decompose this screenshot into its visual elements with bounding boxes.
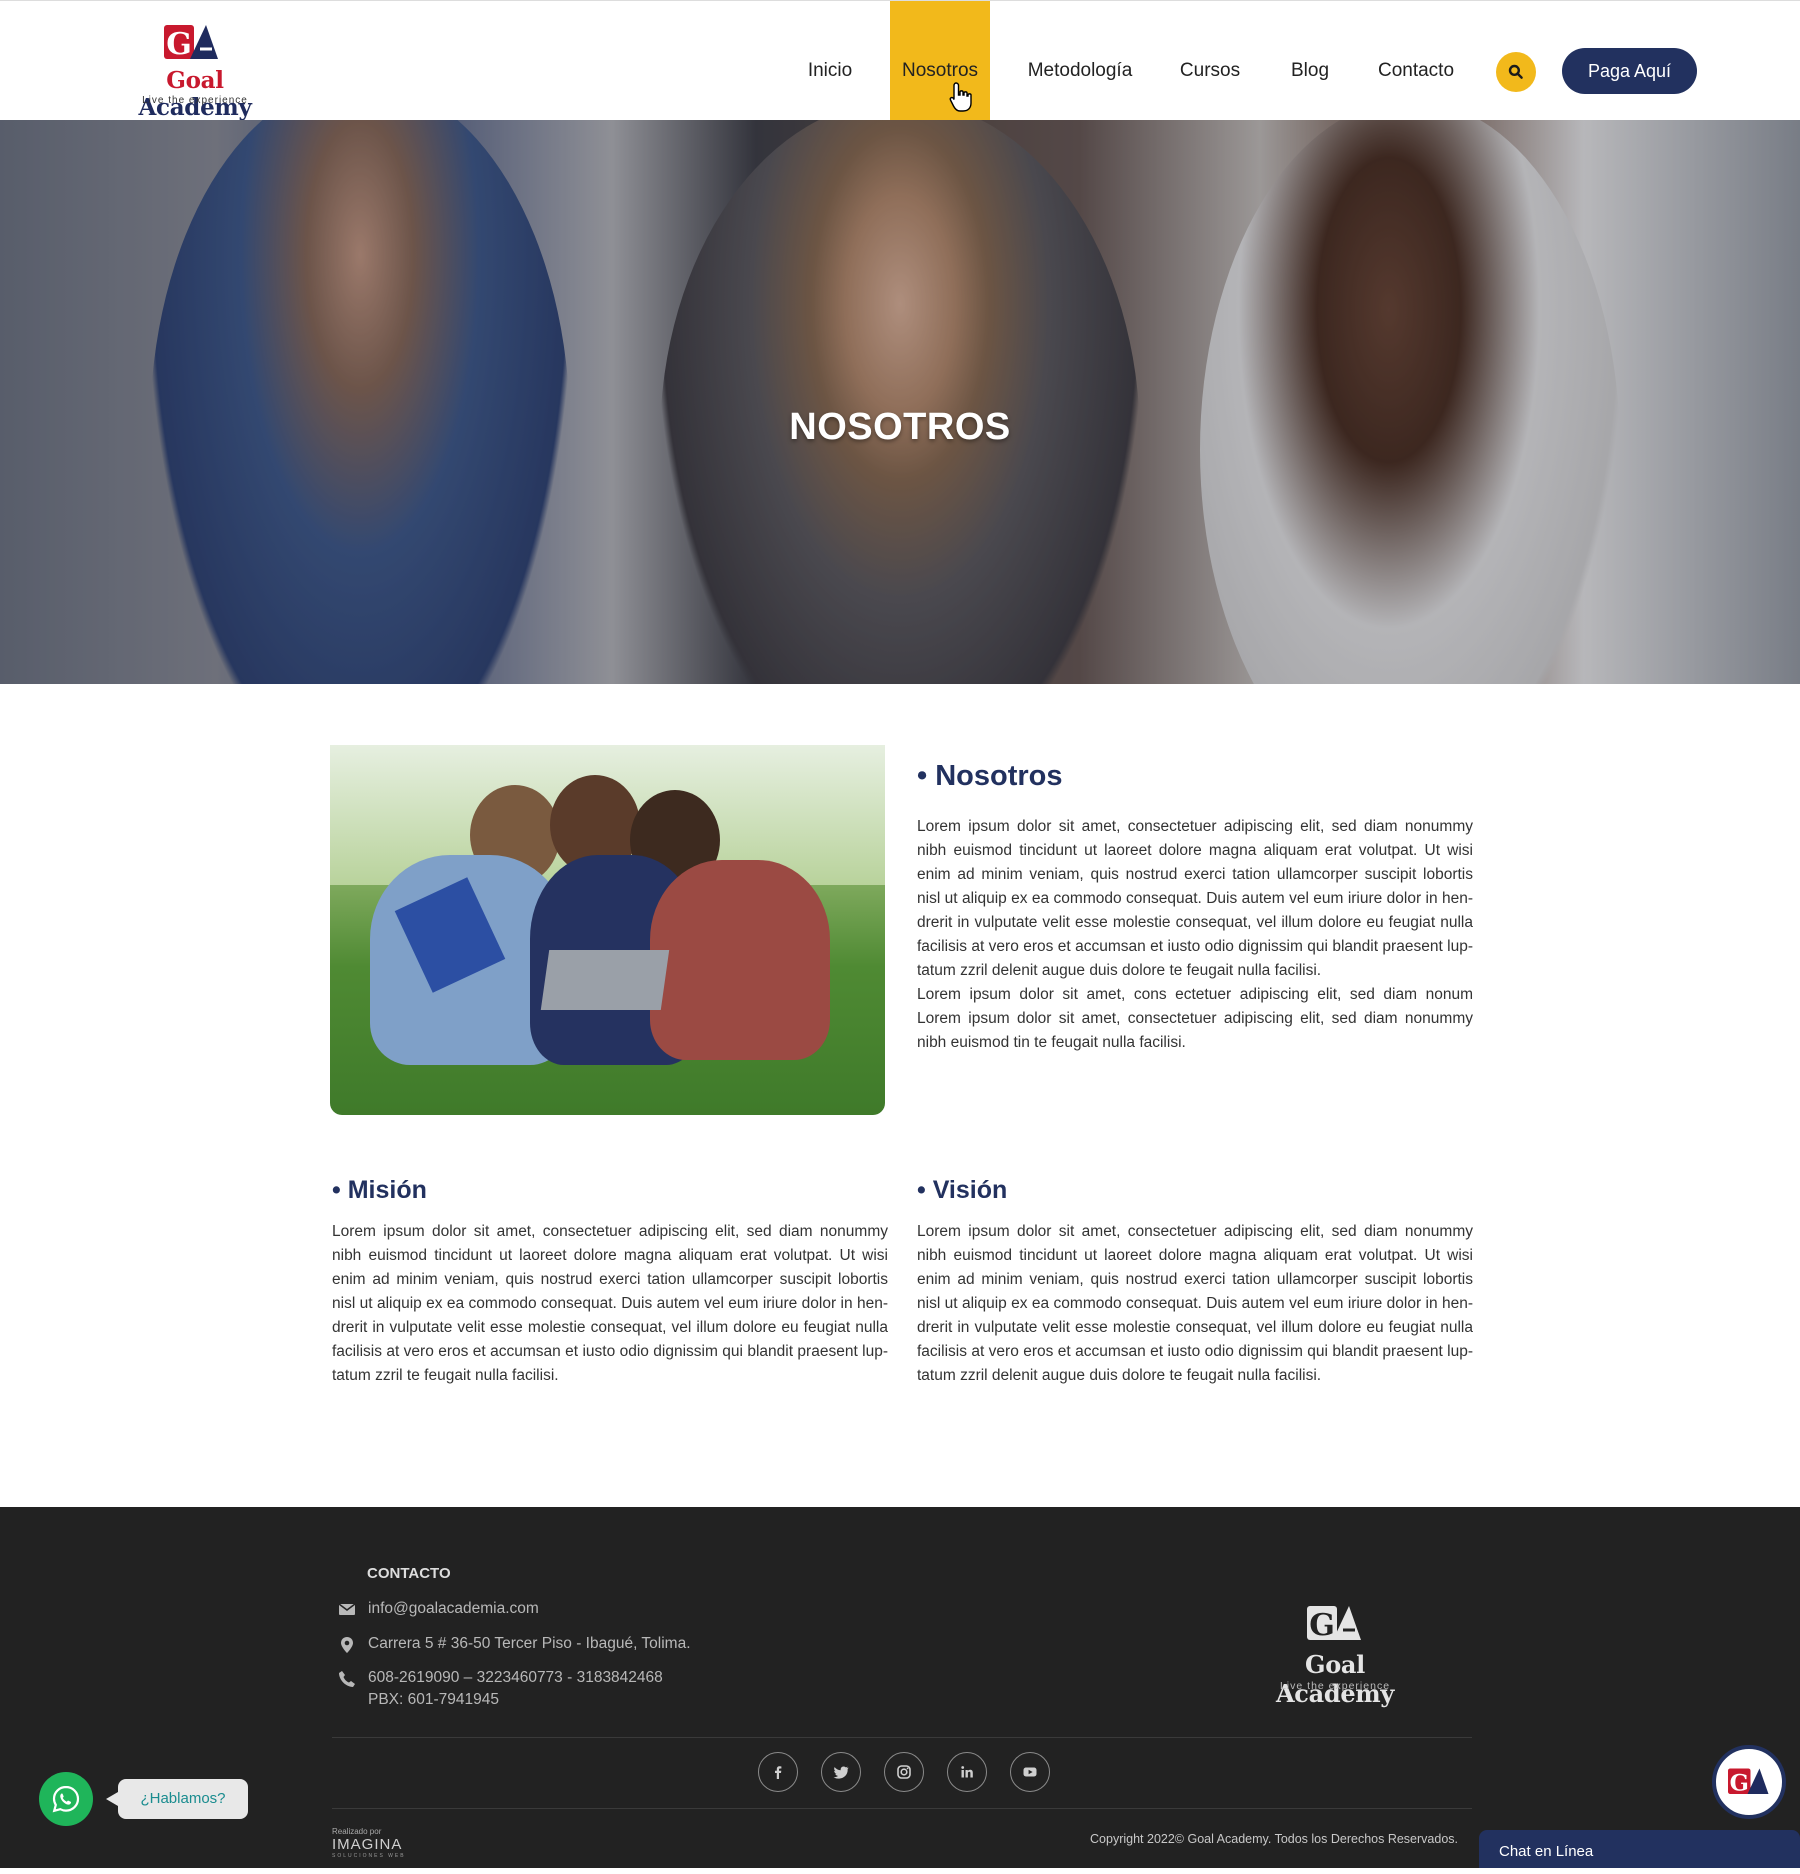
whatsapp-label[interactable]: ¿Hablamos? [106,1779,248,1819]
svg-text:G: G [166,27,192,62]
students-photo [330,745,885,1115]
about-paragraph-2: Lorem ipsum dolor sit amet, cons ectetue… [917,986,1473,1051]
contact-address: Carrera 5 # 36-50 Tercer Piso - Ibagué, … [368,1635,691,1652]
logo-mark-icon: G [164,25,218,62]
svg-text:G: G [1309,1608,1335,1643]
chat-avatar-button[interactable]: G [1712,1745,1786,1819]
made-by-brand: IMAGINA [332,1836,403,1853]
nav-metodologia[interactable]: Metodología [1020,1,1140,121]
whatsapp-button[interactable] [39,1772,93,1826]
made-by-credit[interactable]: Realizado por IMAGINA SOLUCIONES WEB [332,1827,406,1859]
social-youtube[interactable] [1010,1752,1050,1792]
logo[interactable]: G Goal Academy Live the experience [110,23,280,121]
svg-text:G: G [1730,1770,1749,1796]
chat-online-bar[interactable]: Chat en Línea [1479,1830,1800,1868]
social-facebook[interactable] [758,1752,798,1792]
search-button[interactable] [1496,52,1536,92]
social-twitter[interactable] [821,1752,861,1792]
made-by-label: Realizado por [332,1827,382,1836]
nav-cursos[interactable]: Cursos [1170,1,1250,121]
mision-title: • Misión [332,1176,427,1204]
logo-tagline: Live the experience [142,95,248,106]
site-footer [0,1507,1800,1868]
nav-inicio[interactable]: Inicio [790,1,870,121]
youtube-icon [1023,1767,1037,1777]
footer-logo-tagline: Live the experience [1279,1680,1391,1692]
site-header: G Goal Academy Live the experience Inici… [0,0,1800,121]
vision-text: Lorem ipsum dolor sit amet, consectetuer… [917,1223,1473,1384]
facebook-icon [775,1766,782,1779]
pay-button[interactable]: Paga Aquí [1562,48,1697,94]
hero-overlay [0,120,1800,684]
about-title: • Nosotros [917,760,1063,792]
nav-contacto[interactable]: Contacto [1370,1,1462,121]
location-pin-icon [341,1637,353,1653]
phone-icon [339,1671,355,1687]
contact-email[interactable]: info@goalacademia.com [368,1600,539,1618]
mision-text: Lorem ipsum dolor sit amet, consectetuer… [332,1223,888,1384]
linkedin-icon [961,1766,973,1778]
social-instagram[interactable] [884,1752,924,1792]
whatsapp-icon [52,1785,80,1813]
footer-logo: G Goal Academy Live the experience [1245,1600,1425,1708]
instagram-icon [897,1765,911,1779]
footer-divider-top [332,1737,1472,1738]
social-linkedin[interactable] [947,1752,987,1792]
about-paragraph-1: Lorem ipsum dolor sit amet, consectetuer… [917,818,1473,979]
search-icon [1508,64,1523,79]
footer-logo-mark-icon: G [1307,1606,1361,1643]
footer-logo-text: Goal Academy [1275,1650,1395,1708]
logo-text: Goal Academy [138,67,252,121]
made-by-sub: SOLUCIONES WEB [332,1853,406,1859]
footer-divider-bottom [332,1808,1472,1809]
contact-pbx: PBX: 601-7941945 [368,1691,499,1708]
copyright-text: Copyright 2022© Goal Academy. Todos los … [1090,1832,1458,1846]
contact-heading: CONTACTO [367,1565,451,1582]
email-icon [338,1603,356,1615]
hero-title: NOSOTROS [789,406,1011,448]
vision-title: • Visión [917,1176,1008,1204]
twitter-icon [833,1766,849,1779]
hand-cursor-icon [949,82,972,112]
chat-logo-icon: G [1728,1768,1769,1796]
contact-phones: 608-2619090 – 3223460773 - 3183842468 [368,1669,663,1686]
nav-blog[interactable]: Blog [1280,1,1340,121]
nav-nosotros[interactable]: Nosotros [890,1,990,121]
hero-banner: NOSOTROS [0,120,1800,684]
